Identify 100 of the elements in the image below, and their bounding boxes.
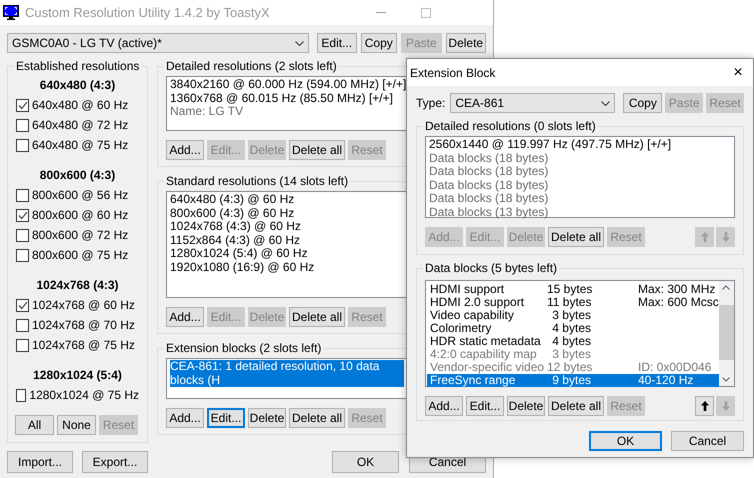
block-info: Max: 600 Mcsc — [638, 296, 719, 309]
checkbox[interactable] — [16, 98, 29, 112]
checkbox-label: 1024x768 @ 70 Hz — [32, 317, 135, 334]
checkbox-label: 1024x768 @ 60 Hz — [32, 297, 135, 314]
scroll-down-icon[interactable] — [722, 377, 730, 382]
checkbox-label: 640x480 @ 60 Hz — [32, 97, 128, 114]
list-item[interactable]: CEA-861: 1 detailed resolution, 10 data blocks (H — [170, 360, 404, 387]
checkbox[interactable] — [16, 188, 29, 202]
push-button[interactable]: Edit... — [207, 408, 245, 428]
checkbox[interactable] — [16, 298, 29, 312]
push-button[interactable]: Delete all — [548, 227, 604, 247]
group-title: Detailed resolutions (2 slots left) — [165, 58, 338, 75]
monitor-icon — [3, 5, 19, 20]
list-item[interactable]: Data blocks (18 bytes) — [429, 152, 731, 165]
block-size: 4 bytes — [551, 335, 591, 348]
dropdown-field[interactable]: CEA-861 — [450, 93, 616, 113]
checkbox[interactable] — [16, 388, 26, 402]
block-size: 3 bytes — [551, 348, 591, 361]
scrollbar[interactable] — [718, 281, 734, 386]
ok-button[interactable]: OK — [332, 451, 399, 473]
list-box[interactable] — [425, 280, 735, 387]
down-arrow-icon — [722, 232, 730, 242]
list-row[interactable]: Video capability 3 bytes — [427, 309, 719, 322]
ok-button[interactable]: OK — [589, 431, 662, 451]
list-item[interactable]: Data blocks (18 bytes) — [429, 178, 731, 192]
checkbox[interactable] — [16, 248, 29, 262]
push-button[interactable]: Edit... — [317, 33, 357, 53]
checkbox[interactable] — [16, 338, 29, 352]
checkmark-icon — [18, 300, 28, 310]
push-button[interactable]: All — [15, 415, 54, 435]
close-button[interactable]: × — [726, 62, 750, 84]
list-row[interactable]: HDMI 2.0 support 11 bytes Max: 600 Mcsc — [427, 296, 719, 309]
scroll-thumb[interactable] — [718, 305, 734, 360]
checkbox-label: 800x600 @ 72 Hz — [32, 227, 128, 244]
list-row[interactable]: 4:2:0 capability map 3 bytes — [427, 348, 719, 361]
push-button[interactable]: Delete — [507, 396, 545, 416]
dropdown-field[interactable]: GSMC0A0 - LG TV (active)* — [7, 33, 310, 53]
checkbox[interactable] — [16, 208, 29, 222]
checkbox-label: 800x600 @ 60 Hz — [32, 207, 128, 224]
checkbox[interactable] — [16, 118, 29, 132]
push-button[interactable]: Edit... — [466, 396, 504, 416]
push-button[interactable]: Import... — [7, 451, 73, 473]
group-heading: 1024x768 (4:3) — [35, 277, 120, 294]
field-label: Type: — [416, 95, 446, 112]
up-arrow-icon — [700, 232, 708, 242]
checkbox-label: 1024x768 @ 75 Hz — [32, 337, 135, 354]
push-button[interactable]: Copy — [360, 33, 398, 53]
push-button[interactable]: Delete all — [548, 396, 604, 416]
window-title: Custom Resolution Utility 1.4.2 by ToastyX — [25, 4, 270, 22]
push-button[interactable]: Export... — [82, 451, 148, 473]
push-button[interactable]: Delete all — [289, 140, 345, 160]
block-name: HDR static metadata — [429, 335, 542, 348]
push-button[interactable]: Delete all — [289, 307, 345, 327]
checkbox-label: 640x480 @ 75 Hz — [32, 137, 128, 154]
checkbox[interactable] — [16, 228, 29, 242]
scroll-up-icon[interactable] — [722, 285, 730, 290]
block-name: HDMI 2.0 support — [429, 296, 526, 309]
push-button[interactable]: None — [57, 415, 96, 435]
push-button[interactable]: Add... — [166, 140, 204, 160]
group-title: Established resolutions — [15, 58, 140, 75]
group-title: Standard resolutions (14 slots left) — [165, 173, 350, 190]
group-title: Extension blocks (2 slots left) — [165, 340, 322, 357]
push-button[interactable]: Copy — [623, 93, 662, 113]
caret-icon — [601, 100, 610, 106]
checkmark-icon — [18, 100, 28, 110]
block-info: Max: 300 MHz — [638, 283, 716, 296]
block-name: 4:2:0 capability map — [429, 348, 538, 361]
checkbox-label: 1280x1024 @ 75 Hz — [29, 387, 139, 404]
checkbox-label: 800x600 @ 75 Hz — [32, 247, 128, 264]
push-button[interactable]: Add... — [166, 307, 204, 327]
group-heading: 1280x1024 (5:4) — [32, 367, 123, 384]
group-heading: 800x600 (4:3) — [38, 167, 116, 184]
cancel-button[interactable]: Cancel — [671, 431, 744, 451]
block-size: 15 bytes — [547, 283, 591, 296]
list-item[interactable]: Data blocks (18 bytes) — [429, 165, 731, 178]
list-row[interactable]: Colorimetry 4 bytes — [427, 322, 719, 335]
push-button[interactable]: Add... — [425, 396, 463, 416]
push-button[interactable]: Delete — [446, 33, 486, 53]
checkbox[interactable] — [16, 318, 29, 332]
list-box[interactable]: 2560x1440 @ 119.997 Hz (497.75 MHz) [+/+] Data blocks (18 bytes) Data blocks (18 bytes) Data blocks (18 bytes) Data blocks (18 bytes) Data blocks (13 bytes) — [425, 136, 735, 218]
checkbox[interactable] — [16, 138, 29, 152]
list-item[interactable]: 2560x1440 @ 119.997 Hz (497.75 MHz) [+/+] — [429, 138, 731, 152]
list-row[interactable]: HDR static metadata 4 bytes — [427, 335, 719, 348]
up-arrow-icon — [700, 401, 708, 411]
block-size: 4 bytes — [551, 322, 591, 335]
dropdown-value: GSMC0A0 - LG TV (active)* — [12, 35, 162, 52]
push-button[interactable]: Delete — [248, 408, 286, 428]
move-up-button[interactable] — [695, 396, 714, 416]
list-row[interactable]: FreeSync range 9 bytes 40-120 Hz — [427, 374, 719, 387]
block-info: 40-120 Hz — [638, 374, 694, 387]
push-button[interactable]: Add... — [166, 408, 204, 428]
checkbox-label: 640x480 @ 72 Hz — [32, 117, 128, 134]
checkbox-label: 800x600 @ 56 Hz — [32, 187, 128, 204]
block-name: Colorimetry — [429, 322, 492, 335]
down-arrow-icon — [722, 401, 730, 411]
group-heading: 640x480 (4:3) — [38, 77, 116, 94]
block-size: 12 bytes — [547, 361, 591, 374]
push-button[interactable]: Delete all — [289, 408, 345, 428]
caret-icon — [295, 40, 304, 46]
block-info: ID: 0x00D046 — [638, 361, 712, 374]
